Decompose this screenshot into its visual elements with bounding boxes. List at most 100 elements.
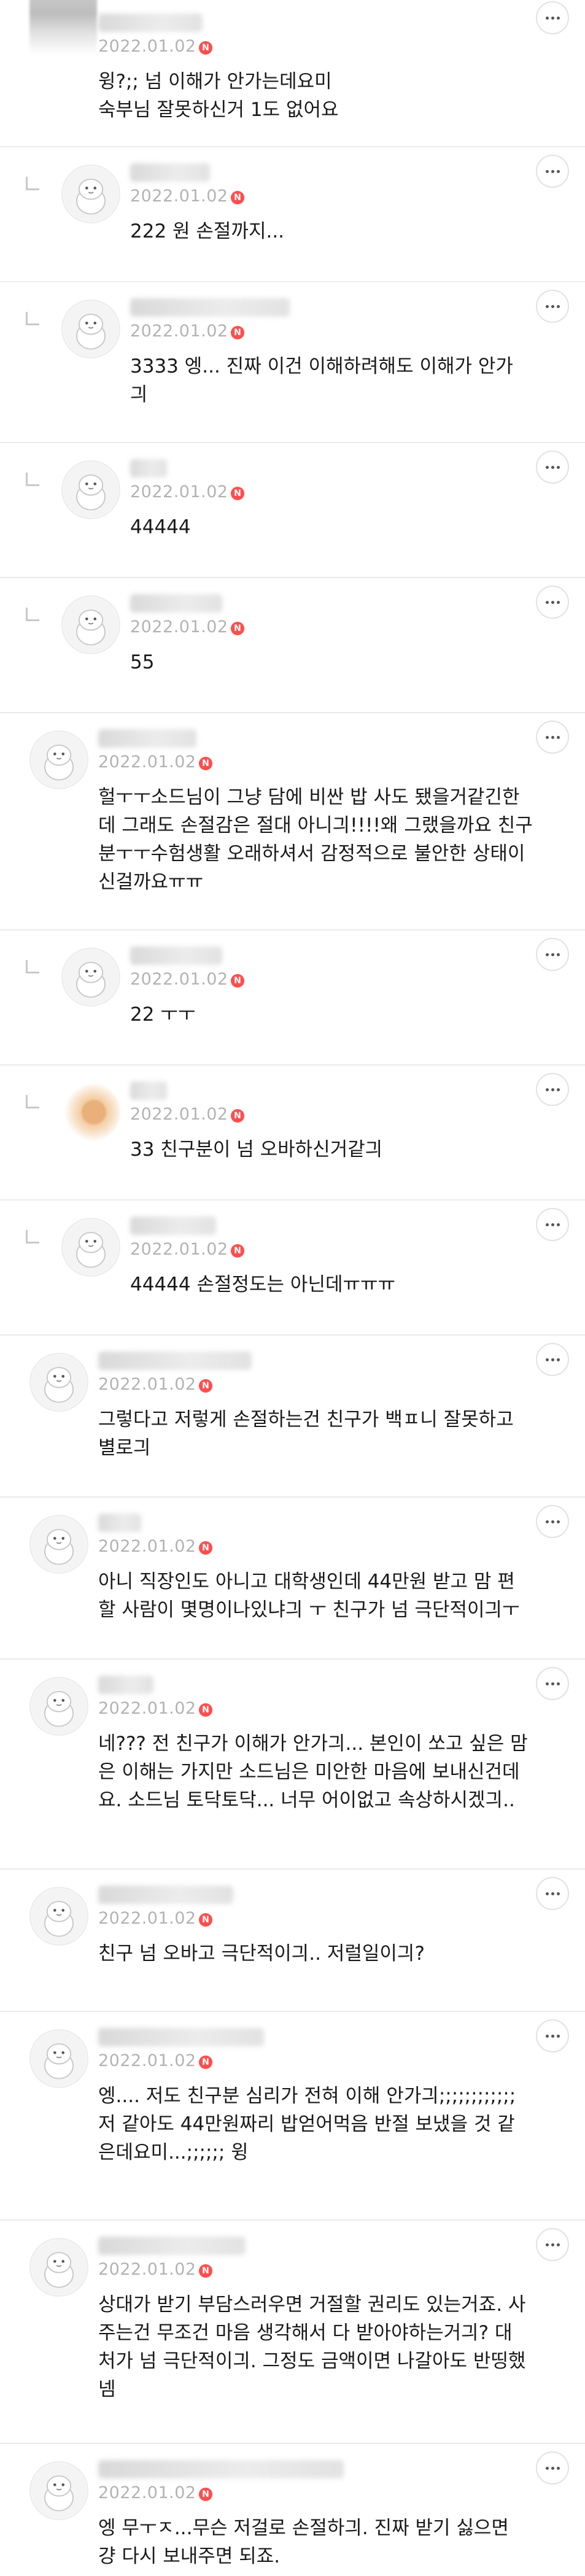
nickname-redacted[interactable] [98, 2460, 344, 2478]
reply-item: 2022.01.02 N 22 ㅜㅜ [0, 930, 585, 1064]
comment-date: 2022.01.02 [130, 1105, 228, 1124]
more-dot-icon [556, 1223, 560, 1226]
more-dot-icon [556, 2243, 560, 2246]
nickname-redacted[interactable] [130, 459, 167, 478]
avatar[interactable] [61, 948, 120, 1007]
more-options-button[interactable] [536, 1208, 569, 1241]
more-options-button[interactable] [536, 938, 569, 971]
nickname-redacted[interactable] [98, 1676, 153, 1694]
nickname-redacted[interactable] [98, 2237, 246, 2255]
nickname-redacted[interactable] [98, 1352, 252, 1370]
nickname-redacted[interactable] [130, 946, 222, 965]
nickname-redacted[interactable] [98, 1886, 233, 1904]
more-options-button[interactable] [536, 721, 569, 754]
more-options-button[interactable] [536, 2228, 569, 2261]
comment-text: 윙?;; 넘 이해가 안가는데요미 숙부님 잘못하신거 1도 없어요 [98, 71, 339, 121]
reply-arrow-icon [26, 177, 39, 190]
nickname-redacted[interactable] [98, 1514, 141, 1532]
nickname-redacted[interactable] [130, 1081, 167, 1100]
avatar[interactable] [29, 1677, 88, 1736]
avatar[interactable] [61, 460, 120, 519]
reply-item: 2022.01.02 N 44444 손절정도는 아닌데ㅠㅠㅠ [0, 1201, 585, 1334]
avatar[interactable] [29, 2029, 88, 2088]
more-dot-icon [556, 304, 560, 308]
default-profile-icon [31, 1678, 87, 1735]
avatar[interactable] [29, 0, 97, 54]
avatar[interactable] [29, 1515, 88, 1574]
more-options-button[interactable] [536, 1343, 569, 1376]
default-profile-icon [63, 301, 119, 357]
more-options-button[interactable] [536, 290, 569, 323]
more-dot-icon [545, 465, 549, 469]
more-options-button[interactable] [536, 2451, 569, 2485]
avatar[interactable] [61, 300, 120, 358]
more-dot-icon [551, 735, 554, 739]
avatar[interactable] [29, 2461, 88, 2520]
comment-text: 상대가 받기 부담스러우면 거절할 권리도 있는거죠. 사 주는건 무조건 마음… [98, 2294, 526, 2400]
more-options-button[interactable] [536, 1667, 569, 1700]
comment-date: 2022.01.02 [130, 970, 228, 989]
avatar[interactable] [29, 2238, 88, 2297]
more-options-button[interactable] [536, 1505, 569, 1538]
more-options-button[interactable] [536, 1877, 569, 1910]
reply-item: 2022.01.02 N 222 원 손절까지... [0, 147, 585, 281]
more-options-button[interactable] [536, 1, 569, 34]
avatar[interactable] [61, 164, 120, 223]
avatar[interactable] [29, 1353, 88, 1412]
comment-date: 2022.01.02 [130, 617, 228, 636]
comment-text: 22 ㅜㅜ [130, 1004, 196, 1026]
more-options-button[interactable] [536, 2019, 569, 2052]
avatar[interactable] [29, 730, 88, 789]
default-profile-icon [31, 1354, 87, 1410]
new-badge: N [199, 41, 212, 55]
more-dot-icon [556, 600, 560, 604]
comment-item: 2022.01.02 N 친구 넘 오바고 극단적이긔.. 저럴일이긔? [0, 1870, 585, 2011]
default-profile-icon [63, 597, 119, 653]
more-dot-icon [551, 600, 554, 604]
more-dot-icon [551, 953, 554, 956]
more-dot-icon [551, 1223, 554, 1226]
avatar[interactable] [61, 1083, 120, 1142]
more-dot-icon [551, 1682, 554, 1685]
nickname-redacted[interactable] [130, 163, 210, 182]
comment-date: 2022.01.02 [98, 752, 196, 772]
comment-text: 친구 넘 오바고 극단적이긔.. 저럴일이긔? [98, 1943, 425, 1965]
nickname-redacted[interactable] [98, 14, 203, 32]
more-dot-icon [545, 2466, 549, 2470]
more-dot-icon [545, 304, 549, 308]
reply-arrow-icon [26, 312, 39, 325]
comment-item: 2022.01.02 N 그렇다고 저렇게 손절하는건 친구가 백ㅍ니 잘못하고 별… [0, 1336, 585, 1496]
more-dot-icon [551, 1892, 554, 1895]
avatar[interactable] [61, 1218, 120, 1277]
new-badge: N [199, 2488, 212, 2501]
more-options-button[interactable] [536, 155, 569, 188]
more-dot-icon [556, 735, 560, 739]
more-options-button[interactable] [536, 586, 569, 619]
more-dot-icon [551, 1520, 554, 1523]
more-dot-icon [556, 1358, 560, 1361]
comment-text: 3333 엥... 진짜 이건 이해하려해도 이해가 안가 긔 [130, 355, 513, 406]
more-dot-icon [545, 2034, 549, 2038]
avatar[interactable] [29, 1887, 88, 1946]
more-dot-icon [551, 2034, 554, 2038]
comment-item: 2022.01.02 N 아니 직장인도 아니고 대학생인데 44만원 받고 맘 편… [0, 1498, 585, 1658]
nickname-redacted[interactable] [130, 594, 222, 613]
nickname-redacted[interactable] [98, 2028, 264, 2046]
new-badge: N [199, 1541, 212, 1555]
more-options-button[interactable] [536, 451, 569, 484]
comment-thread: 2022.01.02 N 윙?;; 넘 이해가 안가는데요미 숙부님 잘못하신거 1… [0, 0, 585, 2576]
more-dot-icon [551, 16, 554, 20]
more-dot-icon [545, 1223, 549, 1226]
default-profile-icon [63, 1219, 119, 1275]
new-badge: N [199, 1913, 212, 1927]
more-dot-icon [545, 600, 549, 604]
avatar[interactable] [61, 595, 120, 654]
nickname-redacted[interactable] [130, 1216, 216, 1235]
more-dot-icon [545, 1520, 549, 1523]
comment-item: 2022.01.02 N 네??? 전 친구가 이해가 안가긔... 본인이 쏘고 … [0, 1660, 585, 1868]
nickname-redacted[interactable] [98, 729, 196, 748]
more-options-button[interactable] [536, 1073, 569, 1106]
default-profile-icon [63, 462, 119, 518]
nickname-redacted[interactable] [130, 298, 290, 317]
more-dot-icon [556, 2466, 560, 2470]
